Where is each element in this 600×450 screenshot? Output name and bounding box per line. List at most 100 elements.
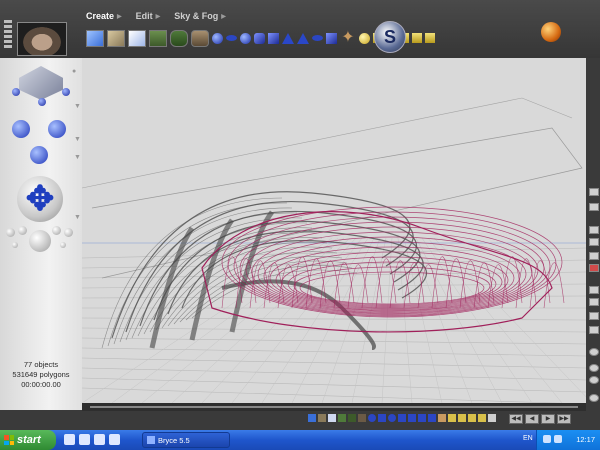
rock-icon[interactable] bbox=[191, 29, 209, 47]
zoom-out-icon[interactable] bbox=[589, 376, 599, 384]
sphere-icon[interactable] bbox=[212, 32, 223, 44]
view-ball-icon[interactable] bbox=[6, 228, 15, 237]
app-quicklaunch-icon[interactable] bbox=[109, 434, 120, 445]
select-camera-icon[interactable] bbox=[488, 414, 496, 422]
select-sphere-icon[interactable] bbox=[368, 414, 376, 422]
menu-edit[interactable]: Edit ▶ bbox=[136, 11, 161, 21]
menu-bar: Create ▶ Edit ▶ Sky & Fog ▶ bbox=[86, 11, 226, 21]
wireframe-viewport[interactable] bbox=[82, 58, 586, 403]
dropdown-arrow-icon[interactable]: ▼ bbox=[74, 136, 81, 143]
radio-icon[interactable]: ● bbox=[72, 68, 76, 75]
zoom-in-icon[interactable] bbox=[589, 364, 599, 372]
cloud-plane-icon[interactable] bbox=[128, 29, 146, 47]
view-option-icon[interactable] bbox=[589, 286, 599, 294]
view-ball-icon[interactable] bbox=[12, 242, 18, 248]
language-indicator[interactable]: EN bbox=[523, 435, 533, 442]
gear-icon[interactable] bbox=[589, 348, 599, 356]
globe-icon[interactable] bbox=[589, 394, 599, 402]
view-option-icon[interactable] bbox=[589, 238, 599, 246]
timeline-track bbox=[90, 406, 578, 408]
camera-dot-icon[interactable] bbox=[62, 88, 70, 96]
terrain-icon[interactable] bbox=[149, 29, 167, 47]
square-icon[interactable] bbox=[326, 32, 337, 44]
nano-preview[interactable] bbox=[17, 22, 67, 56]
cube-icon[interactable] bbox=[268, 32, 279, 44]
select-rock-icon[interactable] bbox=[358, 414, 366, 422]
camera-dot-icon[interactable] bbox=[12, 88, 20, 96]
fast-forward-icon[interactable]: ▶▶ bbox=[557, 414, 571, 424]
figure-icon[interactable]: ✦ bbox=[340, 28, 356, 48]
square-light-icon[interactable] bbox=[425, 33, 435, 43]
select-cylinder-icon[interactable] bbox=[398, 414, 406, 422]
bryce-logo-icon[interactable]: S bbox=[374, 21, 406, 53]
select-cube-icon[interactable] bbox=[378, 414, 386, 422]
dropdown-arrow-icon[interactable]: ▼ bbox=[74, 103, 81, 110]
timeline-scrubber[interactable] bbox=[82, 403, 586, 411]
render-ball-icon[interactable] bbox=[29, 230, 51, 252]
select-light-icon[interactable] bbox=[458, 414, 466, 422]
select-light-icon[interactable] bbox=[468, 414, 476, 422]
select-tree-icon[interactable] bbox=[348, 414, 356, 422]
step-back-icon[interactable]: ◀ bbox=[525, 414, 539, 424]
light-sphere-icon[interactable] bbox=[359, 32, 370, 44]
view-option-icon[interactable] bbox=[589, 326, 599, 334]
trackball-center-icon[interactable] bbox=[30, 146, 48, 164]
select-pyramid-icon[interactable] bbox=[418, 414, 426, 422]
taskbar-bryce-button[interactable]: Bryce 5.5 bbox=[142, 432, 230, 448]
torus-icon[interactable] bbox=[226, 35, 237, 41]
menu-sky-fog[interactable]: Sky & Fog ▶ bbox=[174, 11, 226, 21]
cone-icon[interactable] bbox=[282, 32, 294, 44]
trackball-left-icon[interactable] bbox=[12, 120, 30, 138]
sphere-icon[interactable] bbox=[240, 32, 251, 44]
view-option-icon[interactable] bbox=[589, 298, 599, 306]
dropdown-arrow-icon[interactable]: ▼ bbox=[74, 154, 81, 161]
view-ball-icon[interactable] bbox=[52, 226, 61, 235]
car-wire-ring bbox=[287, 261, 497, 307]
select-cloud-icon[interactable] bbox=[328, 414, 336, 422]
view-ball-icon[interactable] bbox=[60, 242, 66, 248]
water-plane-icon[interactable] bbox=[86, 29, 104, 47]
select-ground-icon[interactable] bbox=[318, 414, 326, 422]
palette-handle[interactable] bbox=[4, 20, 12, 58]
globe-icon[interactable] bbox=[541, 22, 561, 42]
brush-icon[interactable] bbox=[589, 203, 599, 211]
select-disc-icon[interactable] bbox=[428, 414, 436, 422]
select-cone-icon[interactable] bbox=[408, 414, 416, 422]
disc-icon[interactable] bbox=[312, 35, 323, 41]
trackball-right-icon[interactable] bbox=[48, 120, 66, 138]
tree-icon[interactable] bbox=[170, 29, 188, 47]
view-ball-icon[interactable] bbox=[18, 226, 27, 235]
volume-icon[interactable] bbox=[554, 435, 562, 443]
parallel-light-icon[interactable] bbox=[412, 33, 422, 43]
cylinder-icon[interactable] bbox=[254, 32, 265, 44]
playback-controls: ◀◀ ◀ ▶ ▶▶ bbox=[509, 414, 571, 424]
start-button[interactable]: start bbox=[0, 430, 56, 450]
view-ball-icon[interactable] bbox=[64, 228, 73, 237]
pyramid-icon[interactable] bbox=[297, 32, 309, 44]
windows-logo-icon bbox=[4, 435, 14, 445]
camera-dot-icon[interactable] bbox=[38, 98, 46, 106]
media-quicklaunch-icon[interactable] bbox=[94, 434, 105, 445]
car-wire-ring bbox=[299, 271, 485, 305]
view-option-icon[interactable] bbox=[589, 312, 599, 320]
select-light-icon[interactable] bbox=[448, 414, 456, 422]
record-icon[interactable] bbox=[589, 264, 599, 272]
browser-quicklaunch-icon[interactable] bbox=[64, 434, 75, 445]
ground-plane-icon[interactable] bbox=[107, 29, 125, 47]
network-icon[interactable] bbox=[543, 435, 551, 443]
select-figure-icon[interactable] bbox=[438, 414, 446, 422]
view-option-icon[interactable] bbox=[589, 252, 599, 260]
explorer-quicklaunch-icon[interactable] bbox=[79, 434, 90, 445]
cross-control[interactable]: ✥ bbox=[17, 176, 63, 222]
menu-create[interactable]: Create ▶ bbox=[86, 11, 122, 21]
play-icon[interactable]: ▶ bbox=[541, 414, 555, 424]
rewind-icon[interactable]: ◀◀ bbox=[509, 414, 523, 424]
select-light-icon[interactable] bbox=[478, 414, 486, 422]
pen-icon[interactable] bbox=[589, 188, 599, 196]
dropdown-arrow-icon[interactable]: ▼ bbox=[74, 214, 81, 221]
select-terrain-icon[interactable] bbox=[338, 414, 346, 422]
view-option-icon[interactable] bbox=[589, 226, 599, 234]
camera-view-cube[interactable] bbox=[19, 66, 63, 100]
select-water-icon[interactable] bbox=[308, 414, 316, 422]
select-torus-icon[interactable] bbox=[388, 414, 396, 422]
